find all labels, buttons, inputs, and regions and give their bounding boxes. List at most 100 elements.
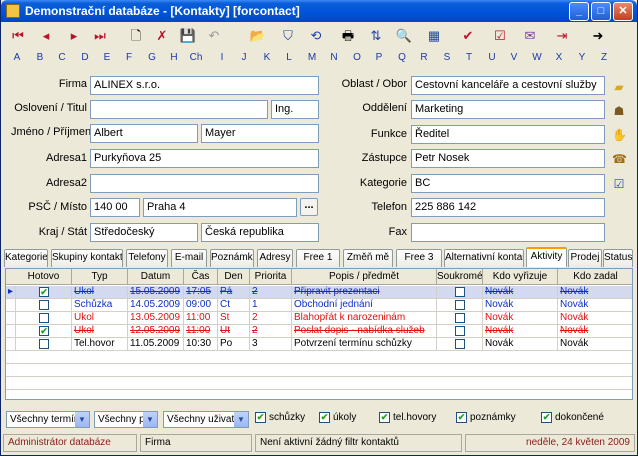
task-icon[interactable]: ☑ [489,26,511,46]
fax-field[interactable] [411,223,605,242]
exit-door-icon[interactable]: ⇥ [551,26,573,46]
letter-filter-link[interactable]: W [528,52,546,63]
letter-filter-link[interactable]: F [120,52,138,63]
letter-filter-link[interactable]: Q [393,52,411,63]
letter-filter-link[interactable]: T [460,52,478,63]
letter-filter-link[interactable]: D [76,52,94,63]
table-row[interactable]: Tel.hovor 11.05.2009 10:30 Po 3 Potvrzení ter… [6,338,632,351]
column-header[interactable]: Datum [128,269,184,285]
tab-item[interactable]: E-mail [171,249,207,267]
column-header[interactable]: Kdo zadal [558,269,632,285]
mail-icon[interactable]: ✉ [519,26,541,46]
letter-filter-link[interactable]: G [143,52,161,63]
check-icon[interactable]: ✔ [457,26,479,46]
letter-filter-link[interactable]: I [213,52,231,63]
tab-item[interactable]: Poznámka [210,249,254,267]
letter-filter-link[interactable]: Ch [187,52,205,63]
letter-filter-link[interactable]: S [438,52,456,63]
ukoly-checkbox[interactable]: ✔ úkoly [319,412,356,423]
letter-filter-link[interactable]: O [348,52,366,63]
undo-icon[interactable]: ↶ [203,26,225,46]
letter-filter-link[interactable]: E [98,52,116,63]
letter-filter-link[interactable]: H [165,52,183,63]
save-record-icon[interactable]: 💾 [177,26,199,46]
letter-filter-link[interactable]: Y [573,52,591,63]
table-row[interactable]: Schůzka 14.05.2009 09:00 Čt 1 Obchodní jednán… [6,299,632,312]
letter-filter-link[interactable]: R [415,52,433,63]
poznamky-checkbox[interactable]: ✔ poznámky [456,412,516,423]
checkbox-checked-icon[interactable]: ✔ [39,287,49,297]
checkbox-checked-icon[interactable]: ✔ [379,412,390,423]
checkbox-empty-icon[interactable] [455,313,465,323]
letter-filter-link[interactable]: L [280,52,298,63]
misto-lookup-button[interactable]: ... [300,198,318,216]
letter-filter-link[interactable]: V [505,52,523,63]
kategorie-field[interactable]: BC [411,174,605,193]
terminy-select[interactable]: Všechny termíny ▼ [6,411,90,428]
arrow-right-icon[interactable]: ➜ [587,26,609,46]
users-select[interactable]: Všechny uživatele ▼ [163,411,249,428]
checkbox-empty-icon[interactable] [455,339,465,349]
chevron-down-icon[interactable]: ▼ [143,412,157,427]
checkbox-empty-icon[interactable] [455,300,465,310]
tab-item[interactable]: Skupiny kontaktů [51,249,123,267]
tab-item[interactable]: Status [603,249,633,267]
print-icon[interactable]: 🖶 [337,26,359,46]
column-header[interactable]: Čas [184,269,218,285]
tab-item[interactable]: Prodej [568,249,602,267]
previous-record-icon[interactable]: ◂ [35,26,57,46]
tab-item[interactable]: Free 3 [396,249,442,267]
stat-field[interactable]: Česká republika [201,223,319,242]
osloveni-field[interactable] [90,100,268,119]
checkbox-empty-icon[interactable] [455,287,465,297]
telefon-field[interactable]: 225 886 142 [411,198,605,217]
letter-filter-link[interactable]: P [370,52,388,63]
chevron-down-icon[interactable]: ▼ [75,412,89,427]
sort-icon[interactable]: ⇅ [365,26,387,46]
misto-field[interactable]: Praha 4 [143,198,297,217]
prijmeni-field[interactable]: Mayer [201,124,319,143]
psc-field[interactable]: 140 00 [90,198,140,217]
checkbox-empty-icon[interactable] [39,300,49,310]
next-record-icon[interactable]: ▸ [63,26,85,46]
checkbox-checked-icon[interactable]: ✔ [541,412,552,423]
chevron-down-icon[interactable]: ▼ [234,412,248,427]
schuzky-checkbox[interactable]: ✔ schůzky [255,412,305,423]
column-header[interactable]: Kdo vyřizuje [483,269,558,285]
first-record-icon[interactable]: ⏮ [7,26,29,46]
checkbox-checked-icon[interactable]: ✔ [39,326,49,336]
dokoncene-checkbox[interactable]: ✔ dokončené [541,412,604,423]
oddeleni-field[interactable]: Marketing [411,100,605,119]
handshake-icon[interactable]: ✋ [612,128,627,142]
table-row[interactable]: ▸ ✔ Úkol 15.05.2009 17:05 Pá 2 Připravit prezen… [6,286,632,299]
kraj-field[interactable]: Středočeský [90,223,198,242]
letter-filter-link[interactable]: B [31,52,49,63]
new-record-icon[interactable]: 🗋 [125,26,147,46]
column-header[interactable]: Typ [72,269,128,285]
title-bar[interactable]: Demonstrační databáze - [Kontakty] [forc… [1,0,637,22]
search-icon[interactable]: 🔍 [393,26,415,46]
maximize-button[interactable]: □ [591,2,611,21]
adresa2-field[interactable] [90,174,319,193]
delete-record-icon[interactable]: ✗ [151,26,173,46]
letter-filter-link[interactable]: M [303,52,321,63]
category-check-icon[interactable]: ☑ [612,177,626,191]
letter-filter-link[interactable]: N [325,52,343,63]
refresh-icon[interactable]: ⟲ [305,26,327,46]
tab-item[interactable]: Free 1 [296,249,340,267]
checkbox-empty-icon[interactable] [455,326,465,336]
column-header[interactable]: Popis / předmět [292,269,437,285]
open-folder-icon[interactable]: 📂 [247,26,269,46]
letter-filter-link[interactable]: U [483,52,501,63]
tab-item[interactable]: Adresy [257,249,293,267]
letter-filter-link[interactable]: J [235,52,253,63]
zastupce-field[interactable]: Petr Nosek [411,149,605,168]
tab-item[interactable]: Kategorie [4,249,48,267]
close-button[interactable]: ✕ [613,2,633,21]
tab-item[interactable]: Telefony [126,249,168,267]
people-icon[interactable]: ☗ [612,104,626,118]
column-header[interactable]: Soukromé [437,269,483,285]
letter-filter-link[interactable]: C [53,52,71,63]
checkbox-empty-icon[interactable] [39,313,49,323]
folder-icon[interactable]: ▰ [612,80,626,94]
